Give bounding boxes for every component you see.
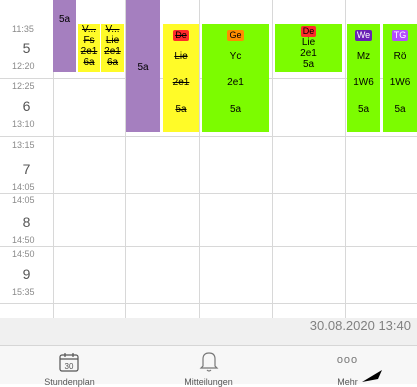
lesson-class: 5a <box>394 104 406 115</box>
lesson-room: 2e1 <box>104 46 121 57</box>
calendar-date: 30 <box>65 362 74 371</box>
period-5: 11:35 5 12:20 <box>0 18 53 76</box>
lesson-room: 1W6 <box>389 77 411 88</box>
calendar-icon: 30 <box>59 353 79 372</box>
lesson-block[interactable]: 5a <box>53 0 76 72</box>
period-end-time: 14:50 <box>12 235 35 245</box>
lesson-block[interactable]: V... Fs 2e1 6a <box>78 24 100 72</box>
period-column: 11:35 5 12:20 12:25 6 13:10 13:15 7 14:0… <box>0 0 53 345</box>
lesson-class: 5a <box>302 59 315 70</box>
period-end-time: 14:05 <box>12 182 35 192</box>
timetable-grid: 11:35 5 12:20 12:25 6 13:10 13:15 7 14:0… <box>0 0 417 345</box>
tab-label: Mitteilungen <box>184 377 233 387</box>
period-end-time: 12:20 <box>12 61 35 71</box>
tab-mitteilungen[interactable]: Mitteilungen <box>139 346 278 387</box>
lesson-subject: V... <box>105 24 120 35</box>
period-end-time: 13:10 <box>12 119 35 129</box>
period-number: 8 <box>22 214 31 230</box>
tab-label: Stundenplan <box>44 377 95 387</box>
period-start-time: 12:25 <box>12 81 35 91</box>
period-start-time: 14:05 <box>12 195 35 205</box>
period-7: 13:15 7 14:05 <box>0 137 53 193</box>
period-9: 14:50 9 15:35 <box>0 247 53 303</box>
lesson-block[interactable]: De Lie 2e1 5a <box>163 24 199 132</box>
mouse-cursor-icon <box>362 370 382 382</box>
lesson-subject: We <box>354 30 373 41</box>
tab-label: Mehr <box>337 377 358 387</box>
lesson-block[interactable]: We Mz 1W6 5a <box>347 24 380 132</box>
tab-mehr[interactable]: ooo Mehr <box>278 346 417 387</box>
period-number: 6 <box>22 98 31 114</box>
lesson-teacher: Lie <box>301 37 316 48</box>
grid-line <box>345 0 346 318</box>
lesson-block[interactable]: 5a <box>126 0 160 132</box>
lesson-block[interactable]: V... Lie 2e1 6a <box>101 24 124 72</box>
lesson-room: 2e1 <box>172 77 190 88</box>
period-6: 12:25 6 13:10 <box>0 78 53 134</box>
period-number: 7 <box>22 161 31 177</box>
lesson-class: 6a <box>83 57 95 68</box>
lesson-class: 5a <box>58 14 71 25</box>
lesson-class: 5a <box>137 62 149 73</box>
last-updated-timestamp: 30.08.2020 13:40 <box>309 318 411 333</box>
lesson-subject: Ge <box>227 30 244 41</box>
period-start-time: 14:50 <box>12 249 35 259</box>
lesson-room: 2e1 <box>80 46 98 57</box>
grid-line <box>0 246 417 247</box>
lesson-block[interactable]: Ge Yc 2e1 5a <box>202 24 269 132</box>
lesson-subject: TG <box>391 30 409 41</box>
period-start-time: 13:15 <box>12 140 35 150</box>
lesson-class: 5a <box>175 104 187 115</box>
grid-line <box>272 0 273 318</box>
lesson-block[interactable]: TG Rö 1W6 5a <box>383 24 417 132</box>
lesson-room: 2e1 <box>300 48 317 59</box>
lesson-class: 5a <box>229 104 242 115</box>
period-number: 5 <box>22 40 31 56</box>
period-number: 9 <box>22 266 31 282</box>
lesson-subject: De <box>300 26 317 37</box>
lesson-teacher: Mz <box>356 51 371 62</box>
grid-line <box>0 136 417 137</box>
lesson-teacher: Lie <box>105 35 120 46</box>
lesson-room: 2e1 <box>227 77 244 88</box>
grid-line <box>199 0 200 318</box>
lesson-block[interactable]: De Lie 2e1 5a <box>275 24 342 72</box>
period-end-time: 15:35 <box>12 287 35 297</box>
lesson-subject: De <box>173 30 189 41</box>
lesson-teacher: Rö <box>393 51 407 62</box>
tab-stundenplan[interactable]: 30 Stundenplan <box>0 346 139 387</box>
lesson-teacher: Fs <box>83 35 95 46</box>
grid-line <box>0 193 417 194</box>
lesson-class: 6a <box>106 57 119 68</box>
period-start-time: 11:35 <box>12 24 34 34</box>
lesson-room: 1W6 <box>353 77 374 88</box>
lesson-class: 5a <box>357 104 370 115</box>
lesson-teacher: Lie <box>174 51 188 62</box>
lesson-subject: V... <box>81 24 97 35</box>
grid-line <box>0 303 417 304</box>
more-dots-icon: ooo <box>336 354 359 366</box>
bell-icon <box>199 352 219 372</box>
period-8: 14:05 8 14:50 <box>0 194 53 247</box>
lesson-teacher: Yc <box>229 51 242 62</box>
bottom-tab-bar: 30 Stundenplan Mitteilungen ooo Mehr <box>0 345 417 387</box>
